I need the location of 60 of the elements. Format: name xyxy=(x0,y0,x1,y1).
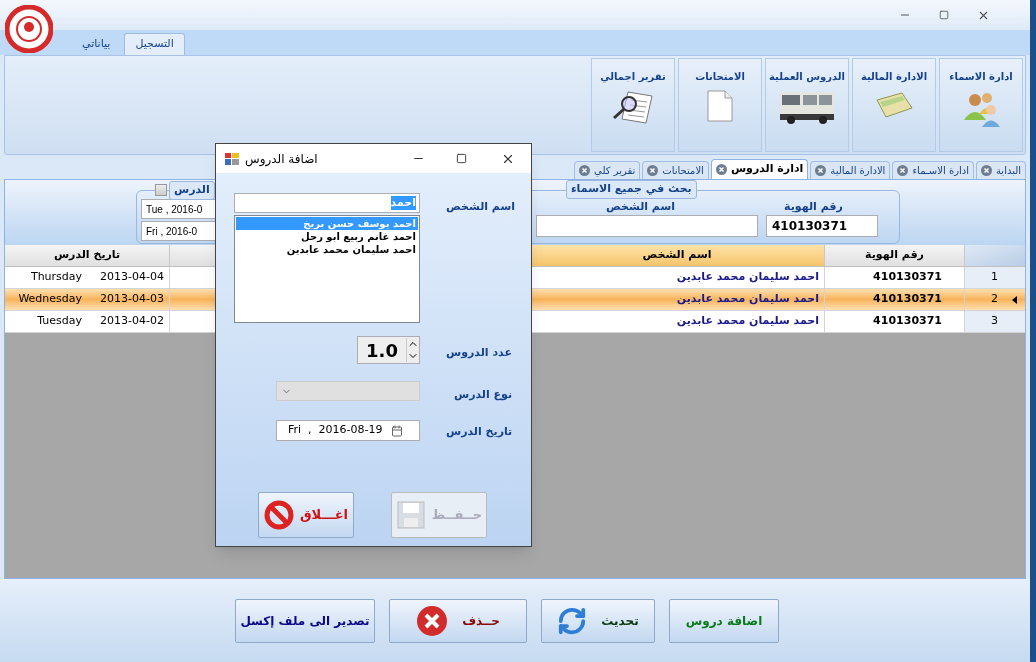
delete-button[interactable]: حــذف xyxy=(389,598,527,643)
suggestion-list[interactable]: احمد يوسف حسن بريخ احمد غانم ربيع ابو رحل احمد سليمان محمد عابدين xyxy=(234,215,420,323)
day-cell: Tuesday xyxy=(37,313,83,330)
ribbon-tab[interactable]: التسجيل xyxy=(124,33,185,55)
close-button[interactable]: اغـــلاق xyxy=(258,492,354,538)
export-button[interactable]: تصدير الى ملف إكسل xyxy=(235,598,375,643)
maximize-icon[interactable] xyxy=(456,153,467,164)
report-icon xyxy=(612,90,654,124)
document-tab[interactable]: الادارة المالية xyxy=(810,161,891,179)
id-cell: 410130371 xyxy=(825,289,965,310)
document-tab[interactable]: ادارة الدروس xyxy=(710,159,809,179)
refresh-icon xyxy=(557,605,588,636)
date-cell: 2013-04-02 xyxy=(100,313,164,330)
refresh-button[interactable]: تحديث xyxy=(541,598,655,643)
name-label: اسم الشخص xyxy=(606,199,676,215)
card-icon xyxy=(874,90,914,120)
maximize-icon[interactable] xyxy=(939,10,949,20)
person-label: اسم الشخص xyxy=(446,199,516,215)
date-cell: 2013-04-04 xyxy=(100,269,164,286)
people-icon xyxy=(961,90,1001,128)
document-icon xyxy=(707,90,733,122)
ribbon-tab[interactable]: بياناتي xyxy=(72,33,121,55)
truck-icon xyxy=(779,90,835,124)
row-pointer-icon xyxy=(1012,295,1017,304)
day-cell: Wednesday xyxy=(18,291,83,308)
day-cell: Thursday xyxy=(30,269,83,286)
name-field[interactable] xyxy=(536,215,758,237)
row-number: 3 xyxy=(991,313,998,330)
prohibited-icon xyxy=(263,500,294,530)
id-label: رقم الهوية xyxy=(784,199,843,215)
ribbon-button[interactable]: الامتحانات xyxy=(678,58,762,152)
group-title: بحث في جميع الاسماء xyxy=(566,180,697,199)
date-label: تاريخ الدرس xyxy=(446,424,513,440)
date-cell: 2013-04-03 xyxy=(100,291,164,308)
delete-icon xyxy=(416,604,449,637)
column-header[interactable]: اسم الشخص xyxy=(530,245,825,266)
dialog-title: اضافة الدروس xyxy=(245,150,318,168)
ribbon-button[interactable]: تقرير اجمالي xyxy=(591,58,675,152)
filter-checkbox[interactable] xyxy=(155,184,167,197)
row-number: 2 xyxy=(991,291,998,308)
row-number: 1 xyxy=(991,269,998,286)
column-header[interactable]: تاريخ الدرس xyxy=(5,245,170,266)
document-tab[interactable]: البداية xyxy=(976,161,1026,179)
calendar-icon xyxy=(390,424,403,437)
add-button[interactable]: اضافة دروس xyxy=(669,598,779,643)
count-spinner[interactable]: 1.0 xyxy=(357,336,420,364)
suggestion-item[interactable]: احمد سليمان محمد عابدين xyxy=(236,243,418,256)
id-field[interactable]: 410130371 xyxy=(766,215,878,237)
document-tab[interactable]: تقرير كلي xyxy=(574,161,641,179)
document-tab[interactable]: ادارة الاسـماء xyxy=(892,161,974,179)
ribbon-button[interactable]: الدروس العملية xyxy=(765,58,849,152)
date-field[interactable]: Fri , 2016-08-19 xyxy=(276,420,420,441)
suggestion-item[interactable]: احمد غانم ربيع ابو رحل xyxy=(236,230,418,243)
ribbon-button[interactable]: الادارة المالية xyxy=(852,58,936,152)
type-label: نوع الدرس xyxy=(454,387,513,403)
app-icon xyxy=(225,152,239,165)
count-label: عدد الدروس xyxy=(446,345,512,361)
group-title: الدرس xyxy=(169,181,215,200)
ribbon-button[interactable]: ادارة الاسماء xyxy=(939,58,1023,152)
document-tab[interactable]: الامتحانات xyxy=(642,161,709,179)
